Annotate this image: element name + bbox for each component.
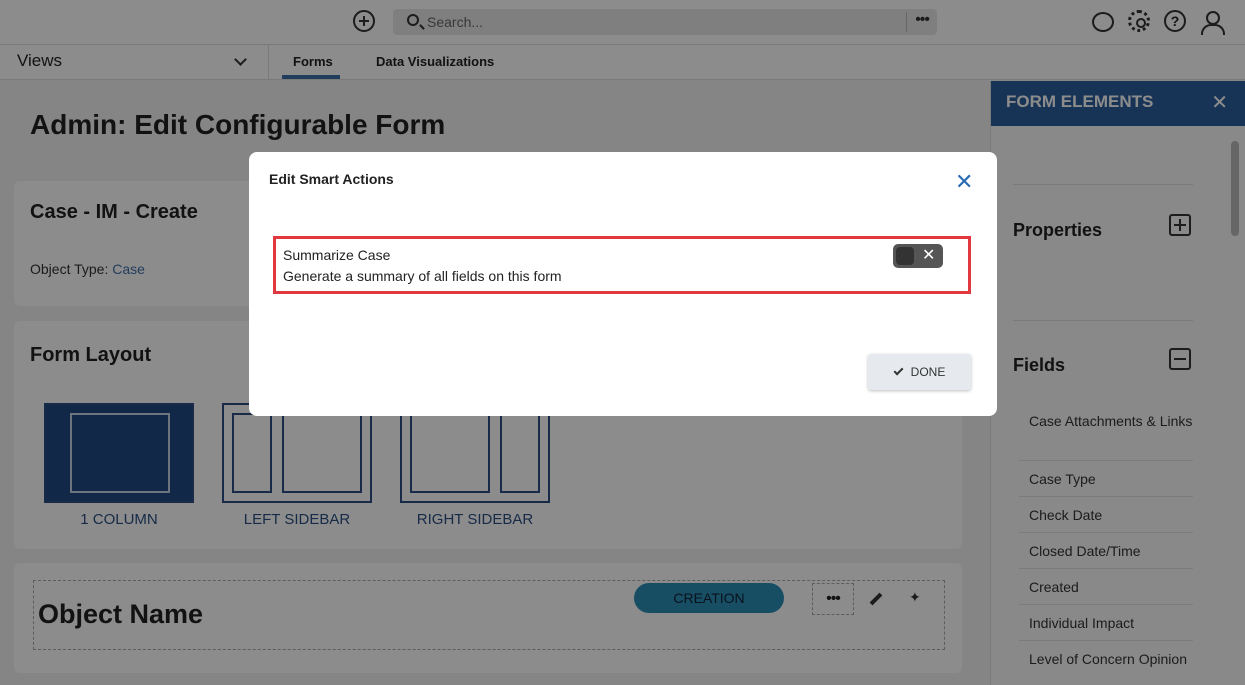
- toggle-off-icon: ✕: [922, 247, 936, 264]
- done-label: DONE: [910, 365, 946, 379]
- toggle-knob: [896, 247, 914, 265]
- done-button[interactable]: DONE: [868, 354, 971, 390]
- smart-action-row: Summarize Case Generate a summary of all…: [273, 236, 971, 294]
- smart-action-description: Generate a summary of all fields on this…: [283, 268, 562, 284]
- close-icon[interactable]: ✕: [955, 169, 973, 195]
- modal-title: Edit Smart Actions: [269, 171, 394, 187]
- check-icon: [893, 365, 904, 376]
- edit-smart-actions-modal: Edit Smart Actions ✕ Summarize Case Gene…: [249, 152, 997, 416]
- smart-action-name: Summarize Case: [283, 247, 391, 263]
- summarize-case-toggle[interactable]: ✕: [893, 244, 943, 268]
